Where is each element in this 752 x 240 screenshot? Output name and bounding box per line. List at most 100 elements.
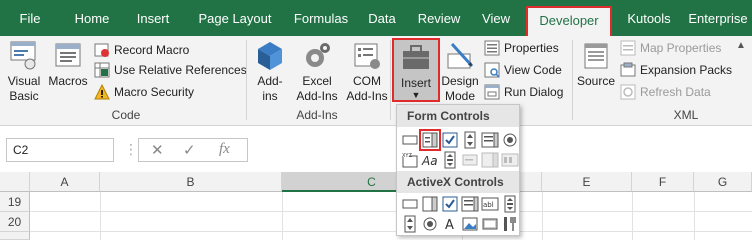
form-controls-header: Form Controls [397, 105, 519, 127]
gridline [100, 192, 101, 240]
form-combo-list-edit-control-icon[interactable] [481, 151, 499, 169]
properties-button[interactable]: Properties [484, 38, 574, 58]
form-spin-button-control-icon[interactable] [461, 131, 479, 149]
form-button-control-icon[interactable] [401, 131, 419, 149]
design-mode-button[interactable]: Design Mode [440, 38, 480, 108]
ribbon-scroll-indicator[interactable]: ▲ [736, 40, 746, 51]
addins-button[interactable]: Add- ins [250, 38, 290, 108]
com-addins-label: COM Add-Ins [346, 74, 388, 103]
grid-row[interactable] [30, 212, 752, 232]
svg-text:A: A [445, 218, 454, 233]
group-separator [390, 40, 391, 120]
map-properties-button[interactable]: Map Properties [620, 38, 748, 58]
run-dialog-icon [484, 84, 500, 100]
row-header-19[interactable]: 19 [0, 192, 30, 212]
form-scroll-bar-control-icon[interactable] [441, 151, 459, 169]
activex-checkbox-icon[interactable] [441, 195, 459, 213]
column-header-b[interactable]: B [100, 172, 282, 192]
expansion-packs-label: Expansion Packs [640, 63, 733, 77]
gridline [694, 192, 695, 240]
run-dialog-label: Run Dialog [504, 85, 564, 99]
activex-text-box-icon[interactable]: abl [481, 195, 499, 213]
column-header-a[interactable]: A [30, 172, 100, 192]
properties-label: Properties [504, 41, 559, 55]
macro-security-button[interactable]: Macro Security [94, 82, 244, 102]
cancel-icon[interactable]: ✕ [151, 141, 164, 159]
macros-button[interactable]: Macros [46, 38, 90, 108]
tab-kutools[interactable]: Kutools [618, 0, 680, 36]
visual-basic-button[interactable]: Visual Basic [4, 38, 44, 108]
form-text-field-control-icon[interactable] [461, 151, 479, 169]
column-header-f[interactable]: F [632, 172, 694, 192]
activex-option-button-icon[interactable] [421, 215, 439, 233]
column-header-e[interactable]: E [542, 172, 632, 192]
activex-spin-button-icon[interactable] [401, 215, 419, 233]
macros-icon [55, 43, 81, 67]
activex-label-icon[interactable]: A [441, 215, 459, 233]
map-properties-icon [620, 40, 636, 56]
svg-text:abl: abl [483, 201, 494, 209]
view-code-button[interactable]: View Code [484, 60, 574, 80]
refresh-data-label: Refresh Data [640, 85, 711, 99]
tab-file[interactable]: File [8, 0, 52, 36]
excel-addins-button[interactable]: Excel Add-Ins [292, 38, 342, 108]
gear-icon [306, 43, 330, 67]
activex-controls-header: ActiveX Controls [397, 171, 519, 193]
insert-controls-button[interactable]: Insert ▼ [392, 38, 440, 102]
activex-more-controls-icon[interactable] [501, 215, 519, 233]
toolbox-icon [403, 45, 429, 69]
insert-controls-dropdown: Form Controls XYZ Aa ActiveX Controls ab… [396, 104, 520, 236]
row-header-20[interactable]: 20 [0, 212, 30, 232]
form-list-box-control-icon[interactable] [481, 131, 499, 149]
use-relative-references-button[interactable]: Use Relative References [94, 60, 247, 80]
tab-page-layout[interactable]: Page Layout [190, 0, 280, 36]
use-relative-references-label: Use Relative References [114, 63, 247, 77]
tab-formulas[interactable]: Formulas [284, 0, 358, 36]
form-combo-drop-down-edit-control-icon[interactable] [501, 151, 519, 169]
tab-home[interactable]: Home [64, 0, 120, 36]
addins-icon [258, 42, 282, 70]
tab-review[interactable]: Review [414, 0, 464, 36]
select-all-corner[interactable] [0, 172, 30, 192]
grid-row[interactable] [30, 192, 752, 212]
visual-basic-label: Visual Basic [7, 74, 41, 103]
formula-bar-grip[interactable]: ⋮ [124, 138, 138, 160]
tab-developer[interactable]: Developer [526, 6, 612, 36]
form-checkbox-control-icon[interactable] [441, 131, 459, 149]
tab-data[interactable]: Data [362, 0, 402, 36]
activex-toggle-button-icon[interactable] [481, 215, 499, 233]
column-header-g[interactable]: G [694, 172, 752, 192]
activex-command-button-icon[interactable] [401, 195, 419, 213]
activex-combo-box-icon[interactable] [421, 195, 439, 213]
form-group-box-control-icon[interactable]: XYZ [401, 151, 419, 169]
com-addins-button[interactable]: COM Add-Ins [344, 38, 390, 108]
run-dialog-button[interactable]: Run Dialog [484, 82, 574, 102]
formula-buttons: ✕ ✓ fx [138, 138, 248, 162]
name-box[interactable]: C2 [6, 138, 114, 162]
enter-icon[interactable]: ✓ [183, 141, 196, 159]
relative-references-icon [94, 62, 110, 78]
form-combo-box-control-icon[interactable] [419, 129, 441, 151]
com-addins-icon [354, 43, 380, 69]
tab-view[interactable]: View [476, 0, 516, 36]
expansion-packs-icon [620, 62, 636, 77]
worksheet-grid: A B C D E F G 19 20 [0, 168, 752, 240]
activex-image-icon[interactable] [461, 215, 479, 233]
map-properties-label: Map Properties [640, 41, 722, 55]
properties-icon [484, 40, 500, 56]
form-label-control-icon[interactable]: Aa [421, 151, 439, 169]
macro-security-label: Macro Security [114, 85, 195, 99]
activex-list-box-icon[interactable] [461, 195, 479, 213]
record-macro-button[interactable]: Record Macro [94, 40, 244, 60]
tab-insert[interactable]: Insert [128, 0, 178, 36]
gridline [632, 192, 633, 240]
insert-function-icon[interactable]: fx [219, 141, 230, 158]
xml-group-label: XML [673, 108, 699, 122]
refresh-data-button[interactable]: Refresh Data [620, 82, 748, 102]
row-header-partial[interactable] [0, 232, 30, 240]
tab-enterprise[interactable]: Enterprise [684, 0, 752, 36]
form-option-button-control-icon[interactable] [501, 131, 519, 149]
expansion-packs-button[interactable]: Expansion Packs [620, 60, 748, 80]
activex-scroll-bar-icon[interactable] [501, 195, 519, 213]
xml-source-button[interactable]: Source [576, 38, 616, 108]
